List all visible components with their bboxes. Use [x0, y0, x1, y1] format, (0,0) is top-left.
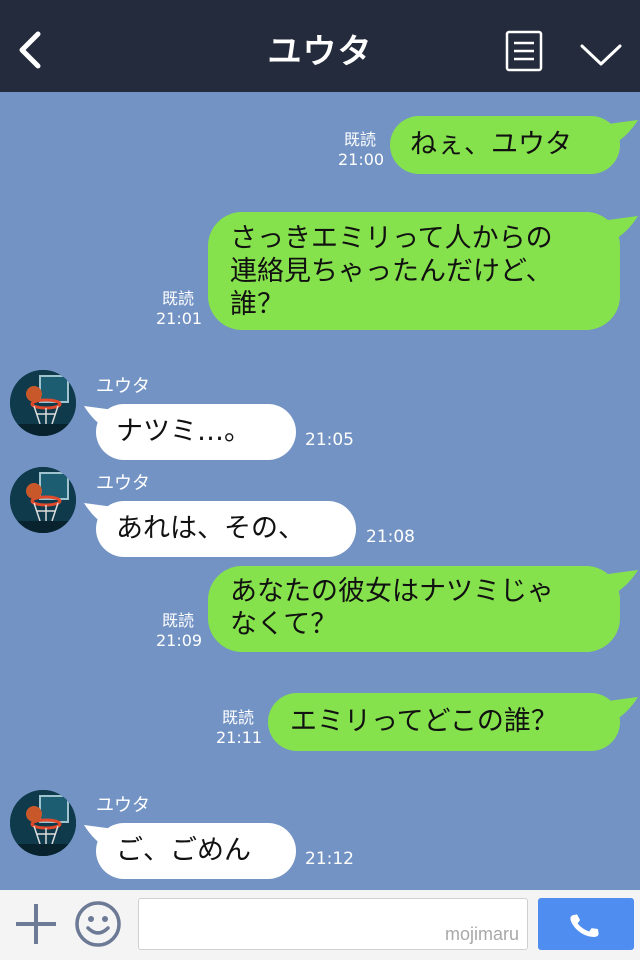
- message-line: 連絡見ちゃったんだけど、: [230, 256, 553, 287]
- message-text: ねぇ、ユウタ: [410, 129, 572, 160]
- read-receipt: 既読 21:09: [156, 611, 203, 651]
- bubble-tail: [608, 120, 638, 144]
- message-time: 21:09: [156, 631, 203, 650]
- message-text: エミリってどこの誰？: [290, 706, 558, 737]
- message-time: 21:00: [338, 150, 385, 169]
- menu-button[interactable]: [505, 30, 543, 72]
- bubble-tail: [608, 697, 638, 721]
- message-line: あなたの彼女はナツミじゃ: [230, 576, 554, 607]
- emoji-button[interactable]: [74, 900, 122, 948]
- message-line: 誰？: [230, 289, 284, 320]
- smiley-icon: [75, 901, 121, 947]
- sent-message-bubble[interactable]: さっきエミリって人からの 連絡見ちゃったんだけど、 誰？: [208, 212, 620, 330]
- message-text: ナツミ…。: [116, 416, 251, 447]
- received-message-bubble[interactable]: ナツミ…。: [96, 404, 296, 460]
- chat-header: ユウタ: [0, 0, 640, 92]
- watermark-text: mojimaru: [444, 924, 519, 944]
- collapse-button[interactable]: [578, 40, 624, 70]
- message-time: 21:12: [305, 849, 354, 869]
- message-time: 21:05: [305, 430, 354, 450]
- read-label: 既読: [161, 611, 194, 630]
- sent-message-bubble[interactable]: あなたの彼女はナツミじゃ なくて？: [208, 566, 620, 652]
- sender-name: ユウタ: [96, 795, 150, 816]
- bubble-tail: [608, 216, 638, 240]
- sent-message-bubble[interactable]: ねぇ、ユウタ: [390, 116, 620, 174]
- avatar[interactable]: [10, 467, 76, 533]
- read-label: 既読: [343, 130, 376, 149]
- input-bar: mojimaru: [0, 890, 640, 960]
- message-text: あれは、その、: [116, 513, 305, 544]
- read-label: 既読: [221, 708, 254, 727]
- received-message-bubble[interactable]: あれは、その、: [96, 501, 356, 557]
- read-receipt: 既読 21:11: [216, 708, 263, 748]
- bubble-tail: [608, 570, 638, 594]
- message-time: 21:01: [156, 309, 203, 328]
- message-line: なくて？: [230, 609, 338, 640]
- chevron-down-icon: [580, 44, 622, 66]
- sent-message-bubble[interactable]: エミリってどこの誰？: [268, 693, 620, 751]
- message-input[interactable]: mojimaru: [138, 898, 528, 950]
- read-receipt: 既読 21:01: [156, 289, 203, 329]
- received-message-bubble[interactable]: ご、ごめん: [96, 823, 296, 879]
- basketball-hoop-avatar: [10, 370, 76, 436]
- message-text: ご、ごめん: [116, 835, 251, 866]
- call-button[interactable]: [538, 898, 634, 950]
- message-time: 21:08: [366, 527, 415, 547]
- sender-name: ユウタ: [96, 473, 150, 494]
- add-button[interactable]: [14, 902, 58, 946]
- chat-title: ユウタ: [267, 32, 373, 72]
- plus-icon: [16, 904, 56, 944]
- sender-name: ユウタ: [96, 376, 150, 397]
- list-menu-icon: [505, 30, 543, 72]
- phone-icon: [570, 914, 599, 937]
- avatar[interactable]: [10, 370, 76, 436]
- message-time: 21:11: [216, 728, 263, 747]
- message-line: さっきエミリって人からの: [230, 223, 553, 254]
- read-receipt: 既読 21:00: [338, 130, 385, 170]
- avatar[interactable]: [10, 790, 76, 856]
- basketball-hoop-avatar: [10, 790, 76, 856]
- read-label: 既読: [161, 289, 194, 308]
- basketball-hoop-avatar: [10, 467, 76, 533]
